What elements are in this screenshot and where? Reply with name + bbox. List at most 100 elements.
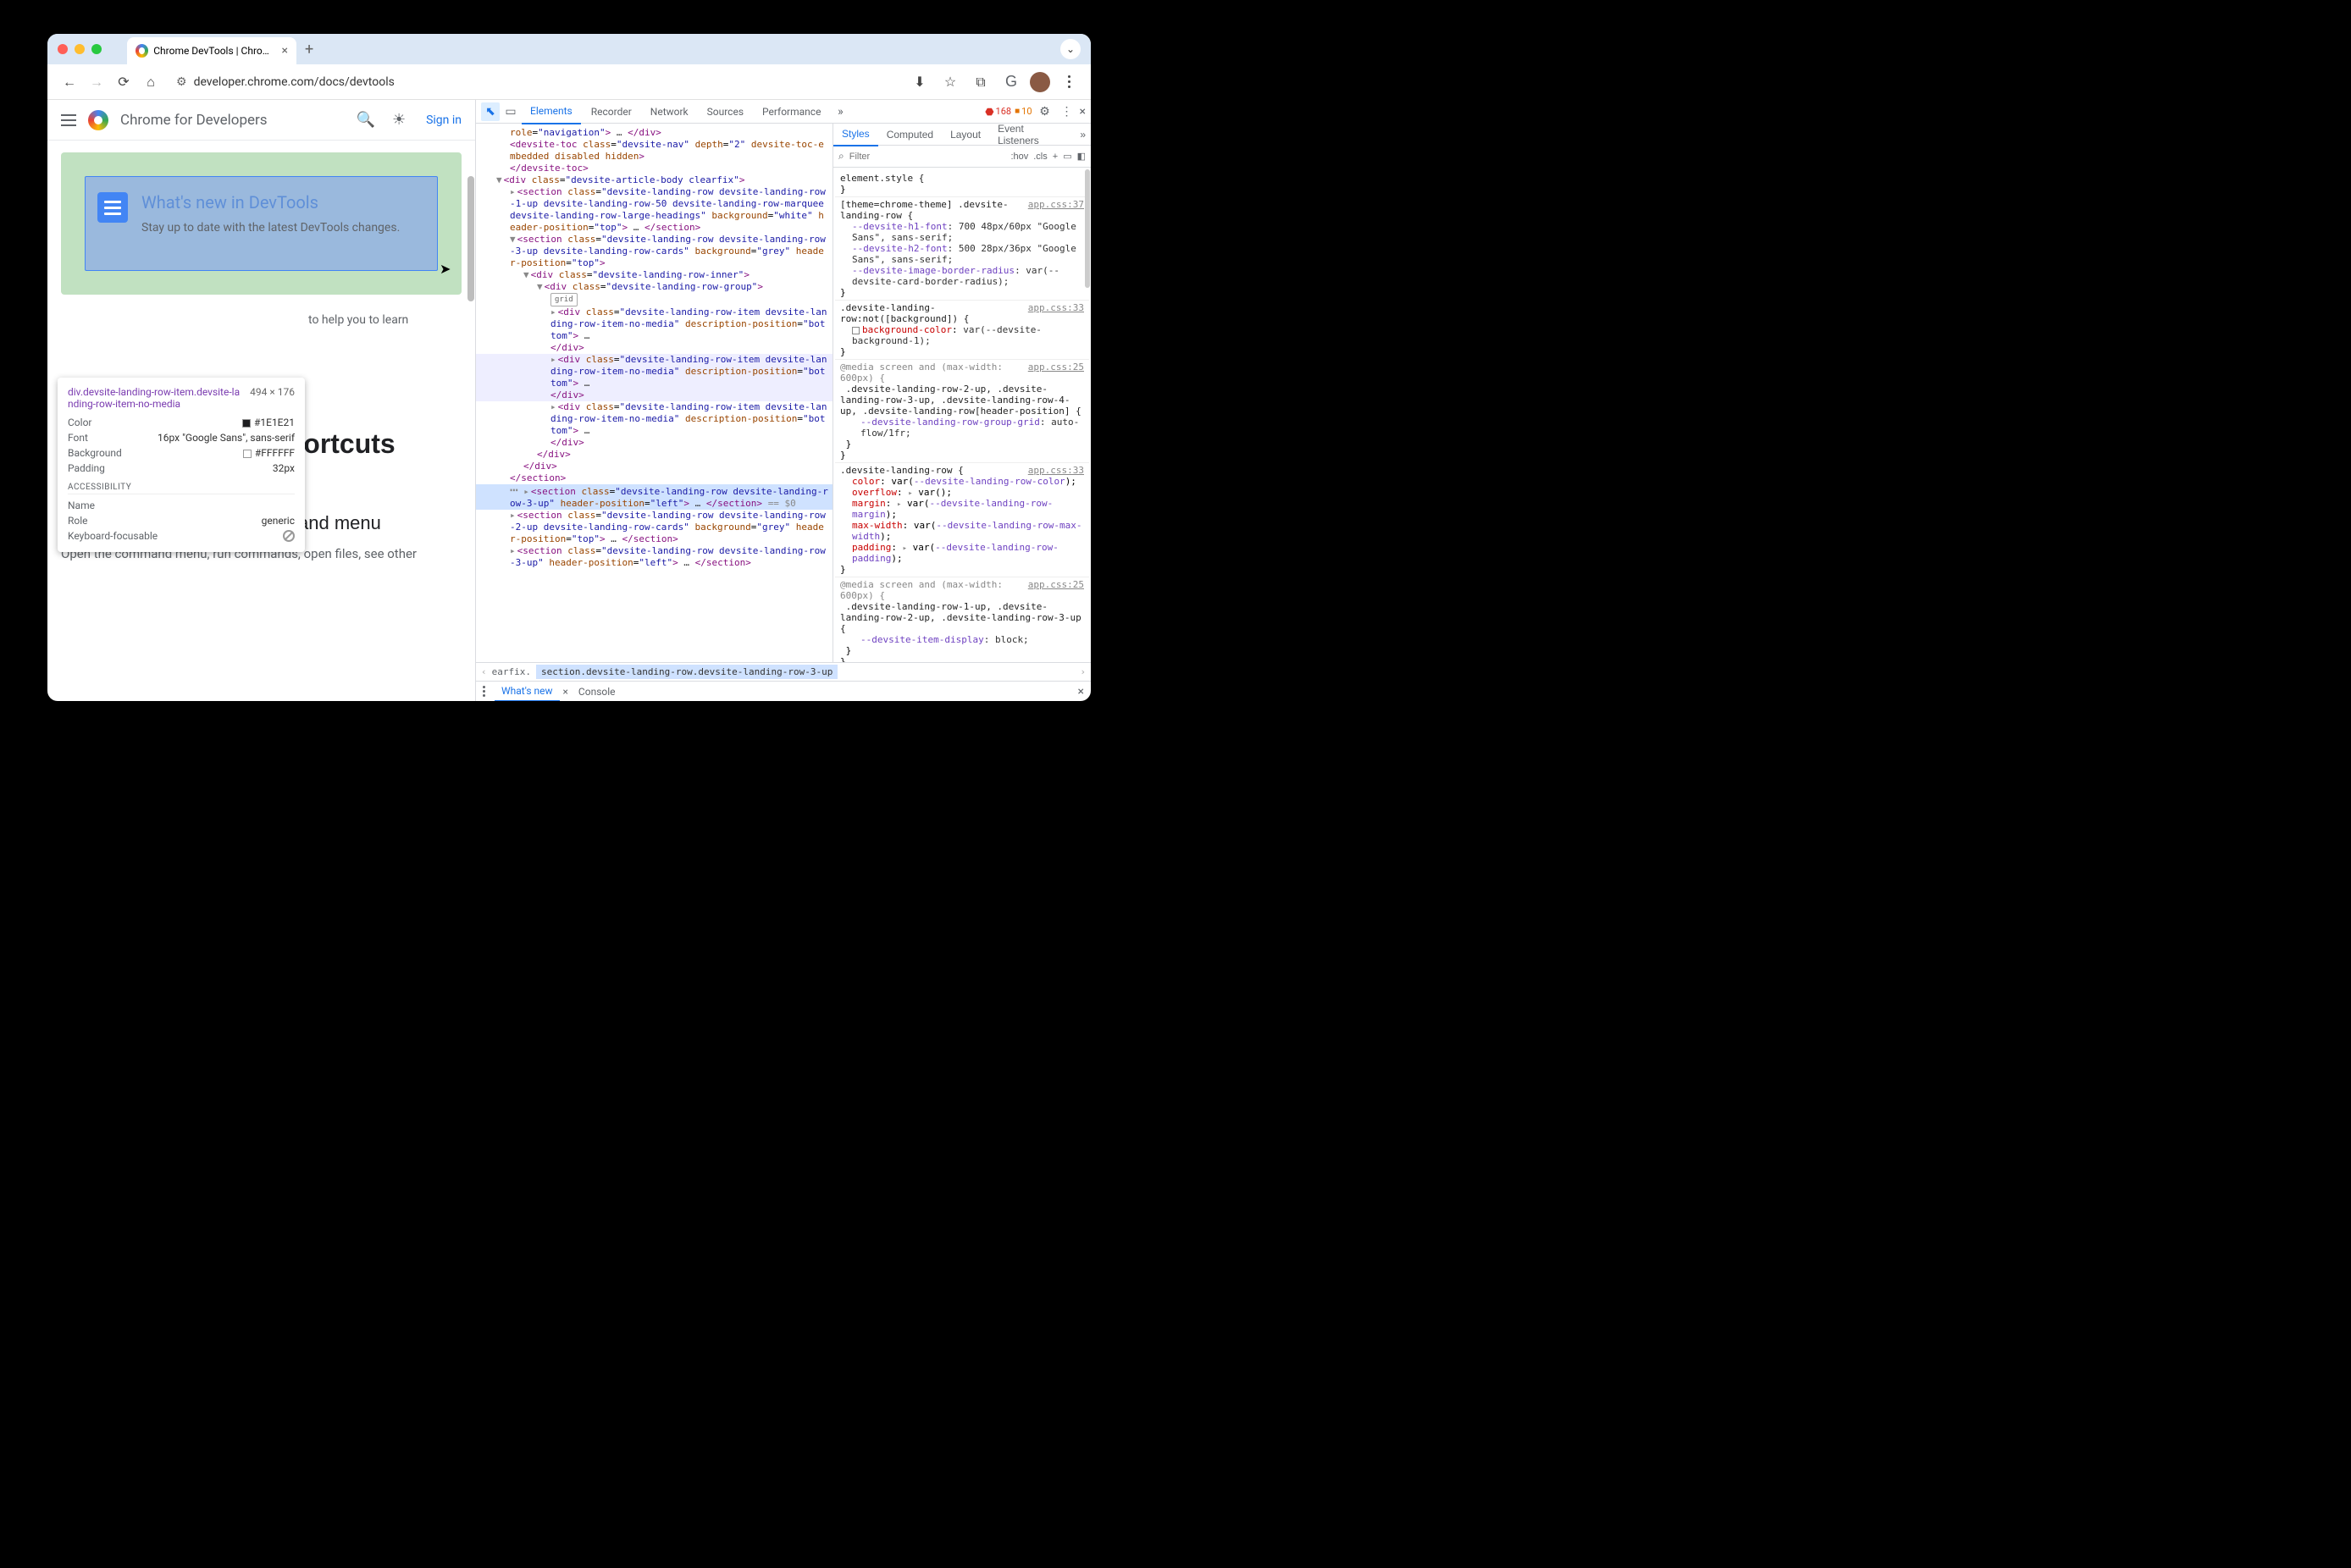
menu-button[interactable] (1057, 70, 1081, 94)
filter-icon: ⌕ (838, 150, 844, 163)
minimize-window-button[interactable] (75, 44, 85, 54)
devtools-drawer: What's new × Console × (476, 681, 1091, 701)
settings-icon[interactable]: ⚙ (1036, 102, 1054, 121)
tt-bg-value: #FFFFFF (255, 447, 295, 459)
install-app-icon[interactable]: ⬇ (908, 70, 932, 94)
tt-kf-label: Keyboard-focusable (68, 530, 158, 542)
tt-name-label: Name (68, 500, 95, 511)
tt-padding-label: Padding (68, 462, 105, 474)
drawer-menu-icon[interactable] (483, 686, 491, 697)
drawer-tab-whatsnew[interactable]: What's new (495, 682, 560, 702)
toolbar: ← → ⟳ ⌂ ⚙ developer.chrome.com/docs/devt… (47, 64, 1091, 100)
hov-button[interactable]: :hov (1010, 152, 1028, 162)
selected-dom-node: ⋯ ▸<section class="devsite-landing-row d… (476, 484, 833, 510)
back-button[interactable]: ← (58, 70, 81, 94)
tab-title: Chrome DevTools | Chrome f (153, 45, 276, 57)
search-icon[interactable]: 🔍 (357, 111, 375, 129)
dom-breadcrumb[interactable]: ‹ earfix. section.devsite-landing-row.de… (476, 662, 1091, 681)
devtools-menu-icon[interactable]: ⋮ (1058, 102, 1076, 121)
tab-styles[interactable]: Styles (833, 124, 878, 146)
bookmark-icon[interactable]: ☆ (938, 70, 962, 94)
tab-computed[interactable]: Computed (878, 124, 942, 146)
brand-title: Chrome for Developers (120, 112, 345, 129)
styles-tabs: Styles Computed Layout Event Listeners » (833, 124, 1091, 146)
new-rule-icon[interactable]: + (1053, 152, 1058, 162)
theme-toggle-icon[interactable]: ☀ (392, 111, 406, 129)
reload-button[interactable]: ⟳ (112, 70, 136, 94)
breadcrumb-item-selected[interactable]: section.devsite-landing-row.devsite-land… (536, 665, 838, 679)
menu-icon[interactable] (61, 114, 76, 126)
drawer-tab-close-icon[interactable]: × (563, 686, 568, 698)
color-swatch-icon (242, 419, 251, 428)
whats-new-card[interactable]: What's new in DevTools Stay up to date w… (85, 176, 438, 271)
new-tab-button[interactable]: + (305, 41, 313, 58)
more-styles-tabs-icon[interactable]: » (1075, 129, 1091, 141)
extensions-icon[interactable]: ⧉ (969, 70, 993, 94)
home-button[interactable]: ⌂ (139, 70, 163, 94)
browser-tab[interactable]: Chrome DevTools | Chrome f × (127, 37, 296, 64)
main-area: Chrome for Developers 🔍 ☀ Sign in What's… (47, 100, 1091, 701)
filter-input[interactable] (849, 152, 1006, 162)
card-description: Stay up to date with the latest DevTools… (141, 221, 400, 235)
drawer-tab-console[interactable]: Console (572, 682, 622, 701)
tab-sources[interactable]: Sources (699, 100, 752, 124)
page-body: What's new in DevTools Stay up to date w… (47, 141, 475, 701)
browser-window: Chrome DevTools | Chrome f × + ⌄ ← → ⟳ ⌂… (47, 34, 1091, 701)
warnings-badge[interactable]: 10 (1015, 106, 1032, 117)
chrome-logo-icon (88, 110, 108, 130)
tabs-menu-button[interactable]: ⌄ (1060, 39, 1081, 59)
maximize-window-button[interactable] (91, 44, 102, 54)
scrollbar-thumb[interactable] (467, 176, 474, 301)
card-title: What's new in DevTools (141, 192, 400, 213)
layout-icon[interactable]: ◧ (1077, 151, 1086, 162)
more-tabs-icon[interactable]: » (831, 102, 849, 121)
url-bar[interactable]: ⚙ developer.chrome.com/docs/devtools (176, 75, 894, 89)
breadcrumb-item[interactable]: earfix. (487, 665, 536, 679)
chevron-left-icon[interactable]: ‹ (481, 666, 487, 677)
devtools-panel: ⬉ ▭ Elements Recorder Network Sources Pe… (476, 100, 1091, 701)
page-header: Chrome for Developers 🔍 ☀ Sign in (47, 100, 475, 141)
inspect-element-icon[interactable]: ⬉ (481, 102, 500, 121)
device-toggle-icon[interactable]: ▭ (501, 102, 520, 121)
tt-padding-value: 32px (273, 462, 295, 474)
color-swatch-icon (243, 450, 252, 458)
dom-tree[interactable]: role="navigation"> … </div> <devsite-toc… (476, 124, 833, 662)
drawer-close-button[interactable]: × (1078, 685, 1084, 698)
tab-network[interactable]: Network (642, 100, 697, 124)
styles-scrollbar[interactable] (1085, 169, 1090, 288)
google-icon[interactable]: G (999, 70, 1023, 94)
chevron-right-icon[interactable]: › (1080, 666, 1086, 677)
tab-close-button[interactable]: × (282, 44, 288, 58)
grid-badge[interactable]: grid (550, 293, 578, 306)
styles-filter-bar: ⌕ :hov .cls + ▭ ◧ (833, 146, 1091, 168)
signin-link[interactable]: Sign in (426, 113, 462, 127)
tooltip-dimensions: 494 × 176 (250, 386, 295, 410)
tab-recorder[interactable]: Recorder (583, 100, 640, 124)
traffic-lights (58, 44, 102, 54)
errors-badge[interactable]: 168 (985, 106, 1011, 118)
tab-layout[interactable]: Layout (942, 124, 989, 146)
devtools-tabs: ⬉ ▭ Elements Recorder Network Sources Pe… (476, 100, 1091, 124)
tooltip-selector: div.devsite-landing-row-item.devsite-lan… (68, 386, 241, 410)
tab-performance[interactable]: Performance (754, 100, 829, 124)
tt-role-label: Role (68, 515, 88, 527)
highlighted-section: What's new in DevTools Stay up to date w… (61, 152, 462, 295)
tt-color-value: #1E1E21 (254, 417, 295, 428)
toolbar-actions: ⬇ ☆ ⧉ G (908, 70, 1081, 94)
devtools-close-button[interactable]: × (1080, 105, 1086, 119)
styles-rules[interactable]: element.style {} app.css:37 [theme=chrom… (833, 168, 1091, 662)
tt-accessibility-header: ACCESSIBILITY (68, 483, 295, 494)
computed-toggle-icon[interactable]: ▭ (1063, 151, 1071, 162)
body-text-snippet: to help you to learn (307, 313, 475, 327)
page-viewport: Chrome for Developers 🔍 ☀ Sign in What's… (47, 100, 476, 701)
favicon-icon (136, 44, 148, 58)
close-window-button[interactable] (58, 44, 68, 54)
profile-avatar[interactable] (1030, 72, 1050, 92)
forward-button[interactable]: → (85, 70, 108, 94)
cls-button[interactable]: .cls (1033, 152, 1048, 162)
blocked-icon (283, 530, 295, 542)
tt-font-value: 16px "Google Sans", sans-serif (158, 432, 295, 444)
tt-font-label: Font (68, 432, 88, 444)
site-settings-icon[interactable]: ⚙ (176, 75, 187, 89)
tab-elements[interactable]: Elements (522, 100, 581, 124)
